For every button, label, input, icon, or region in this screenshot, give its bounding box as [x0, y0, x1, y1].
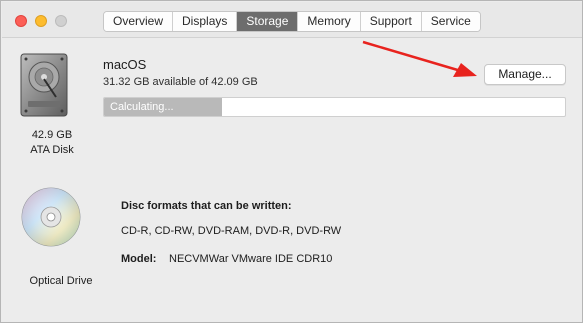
model-label: Model: [121, 253, 157, 265]
disk-kind: ATA Disk [30, 144, 74, 156]
manage-button[interactable]: Manage... [484, 64, 566, 85]
tab-overview[interactable]: Overview [104, 12, 174, 31]
tab-memory[interactable]: Memory [298, 12, 361, 31]
optical-disc-icon [21, 187, 81, 247]
about-this-mac-window: Overview Displays Storage Memory Support… [0, 0, 583, 323]
tab-displays[interactable]: Displays [173, 12, 238, 31]
tab-storage[interactable]: Storage [237, 12, 299, 31]
optical-drive-label: Optical Drive [29, 275, 93, 287]
zoom-window-button[interactable] [55, 15, 67, 27]
storage-usage-status: Calculating... [110, 101, 174, 113]
disc-formats-title: Disc formats that can be written: [121, 200, 292, 212]
title-bar: Overview Displays Storage Memory Support… [2, 2, 582, 38]
close-window-button[interactable] [15, 15, 27, 27]
volume-available: 31.32 GB available of 42.09 GB [103, 76, 258, 88]
minimize-window-button[interactable] [35, 15, 47, 27]
tab-bar: Overview Displays Storage Memory Support… [103, 11, 481, 32]
storage-usage-bar: Calculating... [103, 97, 566, 117]
tab-support[interactable]: Support [360, 12, 422, 31]
storage-panel: 42.9 GB ATA Disk macOS 31.32 GB availabl… [2, 39, 582, 322]
hard-drive-icon [20, 53, 68, 117]
model-value: NECVMWar VMware IDE CDR10 [169, 253, 333, 265]
disk-size: 42.9 GB [31, 129, 73, 141]
disc-formats-list: CD-R, CD-RW, DVD-RAM, DVD-R, DVD-RW [121, 225, 342, 237]
tab-service[interactable]: Service [421, 12, 480, 31]
annotation-arrow-icon [362, 40, 477, 77]
volume-name: macOS [103, 57, 147, 72]
